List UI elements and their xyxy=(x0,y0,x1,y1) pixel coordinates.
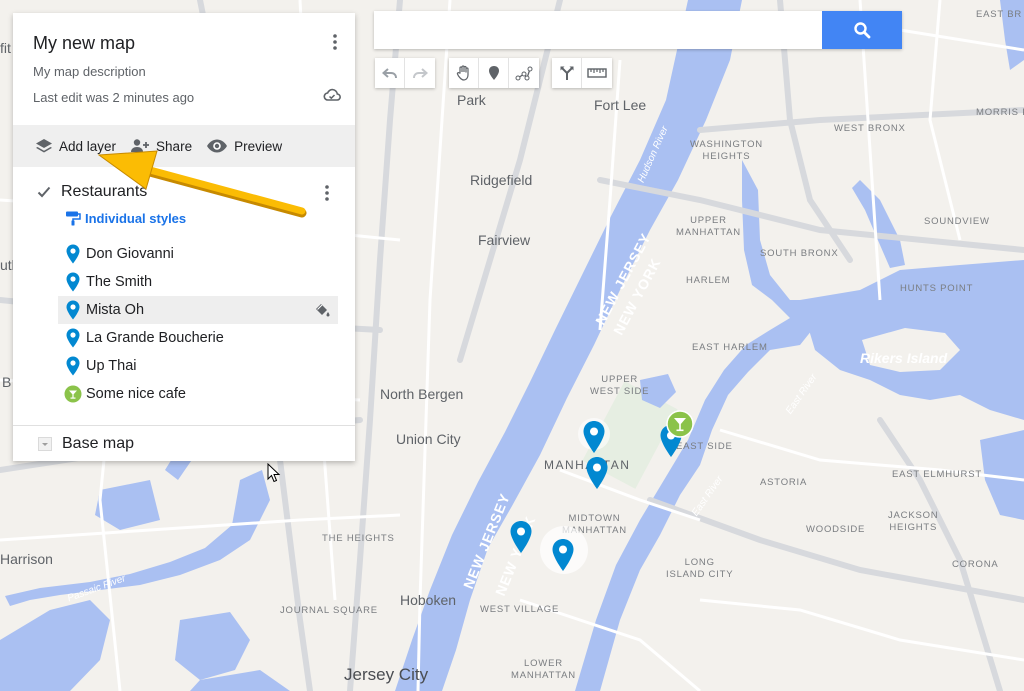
list-item[interactable]: Don Giovanni xyxy=(13,240,355,268)
base-map-label: Base map xyxy=(62,434,135,452)
map-marker-don-giovanni[interactable] xyxy=(582,420,606,454)
individual-styles-label: Individual styles xyxy=(85,210,187,226)
layers-icon xyxy=(36,139,52,153)
map-description[interactable]: My map description xyxy=(33,64,335,79)
share-button[interactable]: Share xyxy=(130,138,192,154)
redo-button[interactable] xyxy=(405,58,435,88)
map-marker-some-nice-cafe[interactable] xyxy=(666,410,694,438)
undo-icon xyxy=(381,68,397,79)
directions-icon xyxy=(560,66,573,80)
feature-name: La Grande Boucherie xyxy=(86,330,224,346)
draw-line-button[interactable] xyxy=(509,58,539,88)
panel-header: My new map My map description Last edit … xyxy=(13,13,355,125)
list-item[interactable]: Mista Oh xyxy=(58,296,338,324)
feature-name: Up Thai xyxy=(86,358,137,374)
list-item[interactable]: Up Thai xyxy=(13,352,355,380)
search-button[interactable] xyxy=(822,11,902,49)
paint-bucket-icon[interactable] xyxy=(313,301,331,319)
layer-name[interactable]: Restaurants xyxy=(61,183,147,201)
layer-section: Restaurants Individual styles Don Giovan… xyxy=(13,167,355,483)
feature-name: The Smith xyxy=(86,274,153,290)
add-marker-button[interactable] xyxy=(479,58,509,88)
map-marker-la-grande-boucherie[interactable] xyxy=(509,520,533,554)
feature-name: Don Giovanni xyxy=(86,246,174,262)
base-map-section[interactable]: Base map xyxy=(13,425,355,461)
panel-action-bar: Add layer Share Preview xyxy=(13,125,355,167)
more-options-icon[interactable] xyxy=(331,33,339,51)
blue-marker-icon xyxy=(64,328,82,348)
measure-button[interactable] xyxy=(582,58,612,88)
feature-name: Some nice cafe xyxy=(86,386,186,402)
layer-visibility-checkbox[interactable] xyxy=(37,185,51,199)
list-item[interactable]: La Grande Boucherie xyxy=(13,324,355,352)
paint-roller-icon xyxy=(66,211,81,226)
search-icon xyxy=(854,22,871,39)
cocktail-icon xyxy=(64,384,82,404)
select-tool-button[interactable] xyxy=(449,58,479,88)
layer-more-options-icon[interactable] xyxy=(323,184,331,202)
preview-label: Preview xyxy=(234,138,283,154)
toolbar-extra xyxy=(552,58,612,88)
list-item[interactable]: The Smith xyxy=(13,268,355,296)
individual-styles-link[interactable]: Individual styles xyxy=(65,209,355,227)
undo-button[interactable] xyxy=(375,58,405,88)
feature-list: Don Giovanni The Smith Mista Oh La Grand… xyxy=(13,240,355,408)
search-bar xyxy=(374,11,902,49)
map-marker-mista-oh[interactable] xyxy=(551,538,575,572)
blue-marker-icon xyxy=(64,244,82,264)
mouse-cursor-icon xyxy=(267,463,281,483)
directions-button[interactable] xyxy=(552,58,582,88)
line-icon xyxy=(515,66,533,81)
share-label: Share xyxy=(156,138,193,154)
layer-header: Restaurants xyxy=(13,181,355,203)
toolbar-history xyxy=(375,58,435,88)
map-marker-the-smith[interactable] xyxy=(585,456,609,490)
last-edit-status: Last edit was 2 minutes ago xyxy=(33,90,195,105)
add-layer-button[interactable]: Add layer xyxy=(35,138,116,154)
add-person-icon xyxy=(131,139,150,152)
marker-icon xyxy=(488,66,499,80)
cloud-saved-icon xyxy=(323,88,341,101)
blue-marker-icon xyxy=(64,300,82,320)
hand-icon xyxy=(456,65,469,81)
redo-icon xyxy=(413,68,428,79)
chevron-down-icon[interactable] xyxy=(38,436,52,451)
search-input[interactable] xyxy=(374,11,822,49)
feature-name: Mista Oh xyxy=(86,302,145,318)
preview-button[interactable]: Preview xyxy=(206,139,282,154)
eye-icon xyxy=(207,139,228,153)
blue-marker-icon xyxy=(64,272,82,292)
map-panel: My new map My map description Last edit … xyxy=(13,13,355,483)
blue-marker-icon xyxy=(64,356,82,376)
toolbar-tools xyxy=(449,58,539,88)
add-layer-label: Add layer xyxy=(59,138,117,154)
ruler-icon xyxy=(587,68,607,78)
list-item[interactable]: Some nice cafe xyxy=(13,380,355,408)
map-title[interactable]: My new map xyxy=(33,33,335,54)
